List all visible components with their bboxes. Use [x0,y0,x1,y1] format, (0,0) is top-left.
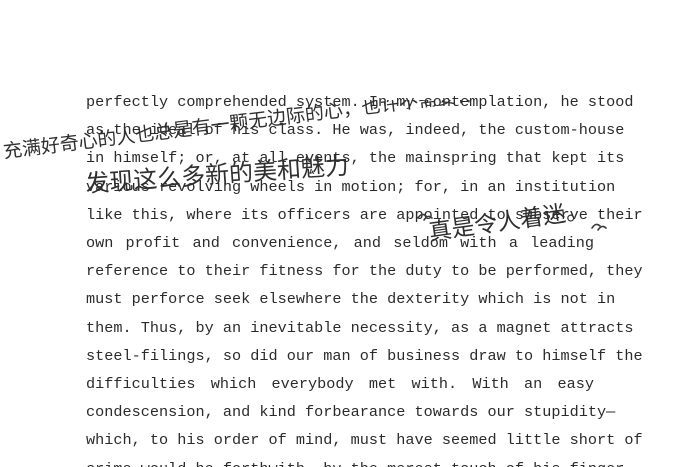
text-line: as the ideal of his class. He was, indee… [86,121,625,140]
text-line: in himself; or, at all events, the mains… [86,149,625,168]
text-line: condescension, and kind forbearance towa… [86,403,616,422]
text-line: own profit and convenience, and seldom w… [86,234,594,253]
text-line: crime—would he forthwith, by the merest … [86,455,633,467]
text-line: which, to his order of mind, must have s… [86,431,643,450]
text-line: them. Thus, by an inevitable necessity, … [86,318,634,337]
text-line: difficulties which everybody met with. W… [86,375,594,394]
text-line: steel-filings, so did our man of busines… [86,346,643,365]
text-line: various revolving wheels in motion; for,… [86,177,616,196]
text-line: perfectly comprehended system. In my con… [86,93,634,111]
text-line: like this, where its officers are appoin… [86,205,643,224]
quote-mark-close [591,223,607,231]
text-line: must perforce seek elsewhere the dexteri… [86,290,616,309]
document-page: perfectly comprehended system. In my con… [0,0,680,467]
document-body: perfectly comprehended system. In my con… [86,88,643,467]
text-line: reference to their fitness for the duty … [86,262,643,281]
